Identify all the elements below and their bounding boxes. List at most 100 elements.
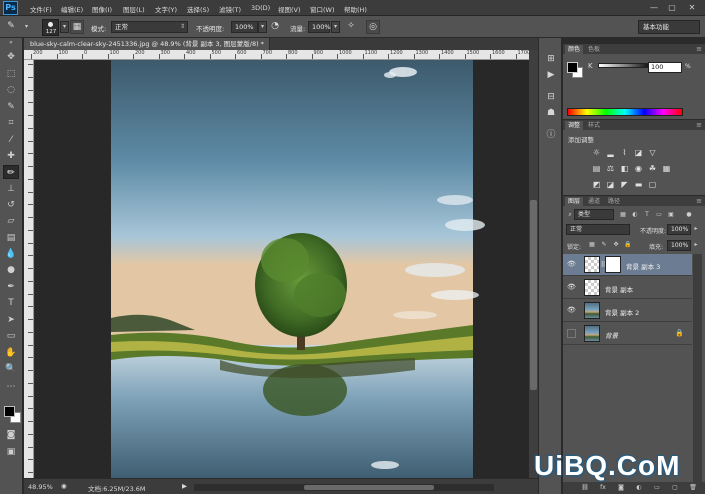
threshold-icon[interactable]: ◤ [619, 180, 630, 190]
layer-thumbnail[interactable] [584, 279, 600, 296]
brush-tool-preset-icon[interactable]: ✎ [4, 20, 18, 34]
history-panel-icon[interactable]: ⊞ [544, 52, 558, 66]
filter-type-icon[interactable]: T [643, 211, 651, 219]
brush-picker-dropdown-icon[interactable]: ▾ [60, 21, 69, 33]
menu-select[interactable]: 选择(S) [187, 4, 209, 14]
menu-layer[interactable]: 图层(L) [123, 4, 145, 14]
exposure-icon[interactable]: ◪ [633, 148, 644, 158]
actions-panel-icon[interactable]: ▶ [544, 68, 558, 82]
layer-name[interactable]: 背景 副本 [605, 284, 633, 294]
hand-tool-icon[interactable]: ✋ [3, 346, 19, 360]
layer-opacity-input[interactable]: 100% [667, 224, 691, 235]
lock-transparent-icon[interactable]: ▦ [588, 241, 596, 249]
pressure-size-icon[interactable]: ◎ [366, 20, 380, 34]
opacity-input[interactable]: 100% [231, 21, 258, 33]
menu-help[interactable]: 帮助(H) [344, 4, 367, 14]
brush-panel-toggle-icon[interactable]: ▦ [70, 20, 84, 34]
tab-channels[interactable]: 通道 [585, 197, 603, 206]
minimize-button[interactable]: — [648, 3, 660, 13]
blend-mode-select[interactable]: 正常 [111, 21, 188, 33]
canvas-area[interactable] [35, 60, 529, 478]
tool-preset-dropdown-icon[interactable]: ▾ [22, 22, 31, 34]
color-panel-foreground-swatch[interactable] [567, 62, 578, 73]
lock-image-icon[interactable]: ✎ [600, 241, 608, 249]
lock-position-icon[interactable]: ✥ [612, 241, 620, 249]
color-swatches[interactable] [4, 406, 22, 424]
flow-dropdown-icon[interactable]: ▾ [331, 21, 340, 33]
spot-heal-tool-icon[interactable]: ✚ [3, 149, 19, 163]
eyedropper-tool-icon[interactable]: ⁄ [3, 133, 19, 147]
tools-collapse-icon[interactable]: » [3, 40, 19, 46]
layer-row[interactable]: 👁 背景 副本 2 [563, 300, 692, 322]
k-channel-input[interactable]: 100 [648, 62, 682, 73]
layer-row[interactable]: · 背景 🔒 [563, 323, 692, 345]
invert-icon[interactable]: ◩ [591, 180, 602, 190]
new-adjustment-layer-icon[interactable]: ◐ [635, 484, 643, 492]
layer-visibility-eye-icon[interactable]: 👁 [567, 306, 576, 315]
layer-opacity-dropdown-icon[interactable]: ▸ [692, 225, 700, 233]
status-menu-arrow-icon[interactable]: ▶ [182, 482, 187, 490]
canvas-horizontal-scrollbar[interactable] [194, 484, 494, 491]
pressure-opacity-icon[interactable]: ◔ [268, 20, 282, 34]
zoom-tool-icon[interactable]: 🔍 [3, 362, 19, 376]
eraser-tool-icon[interactable]: ▱ [3, 214, 19, 228]
color-lookup-icon[interactable]: ▦ [661, 164, 672, 174]
character-panel-icon[interactable]: ⓘ [544, 128, 558, 142]
layer-fill-dropdown-icon[interactable]: ▸ [692, 241, 700, 249]
color-balance-icon[interactable]: ⚖ [605, 164, 616, 174]
layer-thumbnail[interactable] [584, 256, 600, 273]
layers-scrollbar[interactable] [693, 254, 702, 484]
layer-visibility-eye-icon[interactable]: 👁 [567, 260, 576, 269]
canvas-vertical-scroll-thumb[interactable] [530, 200, 537, 390]
zoom-level[interactable]: 48.95% [28, 483, 53, 491]
menu-window[interactable]: 窗口(W) [310, 4, 335, 14]
layer-filter-kind-select[interactable]: 类型 [574, 209, 614, 220]
filter-adjustment-icon[interactable]: ◐ [631, 211, 639, 219]
menu-file[interactable]: 文件(F) [30, 4, 52, 14]
maximize-button[interactable]: ▢ [666, 3, 678, 13]
layer-blend-mode-select[interactable]: 正常 [566, 224, 630, 235]
vibrance-icon[interactable]: ▽ [647, 148, 658, 158]
flow-input[interactable]: 100% [308, 21, 331, 33]
gradient-map-icon[interactable]: ▬ [633, 180, 644, 190]
levels-icon[interactable]: ▂ [605, 148, 616, 158]
canvas-horizontal-scroll-thumb[interactable] [304, 485, 434, 490]
close-button[interactable]: ✕ [686, 3, 698, 13]
shape-tool-icon[interactable]: ▭ [3, 329, 19, 343]
type-tool-icon[interactable]: T [3, 296, 19, 310]
crop-tool-icon[interactable]: ⌗ [3, 116, 19, 130]
move-tool-icon[interactable]: ✥ [3, 50, 19, 64]
layer-row[interactable]: 👁 背景 副本 [563, 277, 692, 299]
delete-layer-icon[interactable]: 🗑 [689, 484, 697, 492]
brush-panel-icon[interactable]: ⊟ [544, 90, 558, 104]
new-layer-icon[interactable]: ▢ [671, 484, 679, 492]
tab-paths[interactable]: 路径 [605, 197, 623, 206]
photo-filter-icon[interactable]: ◉ [633, 164, 644, 174]
canvas-vertical-scrollbar[interactable] [529, 50, 538, 478]
gradient-tool-icon[interactable]: ▤ [3, 231, 19, 245]
workspace-switcher[interactable]: 基本功能 [638, 20, 700, 34]
menu-3d[interactable]: 3D(D) [251, 4, 270, 12]
dodge-tool-icon[interactable]: ● [3, 263, 19, 277]
curves-icon[interactable]: ⌇ [619, 148, 630, 158]
opacity-dropdown-icon[interactable]: ▾ [258, 21, 267, 33]
layers-panel-menu-icon[interactable]: ≡ [696, 196, 702, 206]
path-select-tool-icon[interactable]: ➤ [3, 313, 19, 327]
selective-color-icon[interactable]: ▢ [647, 180, 658, 190]
zoom-options-icon[interactable]: ◉ [61, 482, 67, 490]
layer-row[interactable]: 👁 ⛓ 背景 副本 3 [563, 254, 692, 276]
filter-smart-object-icon[interactable]: ▣ [667, 211, 675, 219]
layer-thumbnail[interactable] [584, 302, 600, 319]
lock-all-icon[interactable]: 🔒 [624, 241, 632, 249]
canvas-photo[interactable] [35, 60, 529, 478]
black-white-icon[interactable]: ◧ [619, 164, 630, 174]
edit-toolbar-icon[interactable]: ⋯ [3, 380, 19, 394]
k-channel-slider[interactable] [598, 63, 654, 68]
brush-tool-icon[interactable]: ✏ [3, 165, 19, 179]
add-mask-icon[interactable]: ◙ [617, 484, 625, 492]
menu-image[interactable]: 图像(I) [92, 4, 112, 14]
layer-fill-input[interactable]: 100% [667, 240, 691, 251]
layer-name[interactable]: 背景 副本 3 [626, 261, 660, 271]
history-brush-tool-icon[interactable]: ↺ [3, 198, 19, 212]
tab-color[interactable]: 颜色 [565, 45, 584, 54]
